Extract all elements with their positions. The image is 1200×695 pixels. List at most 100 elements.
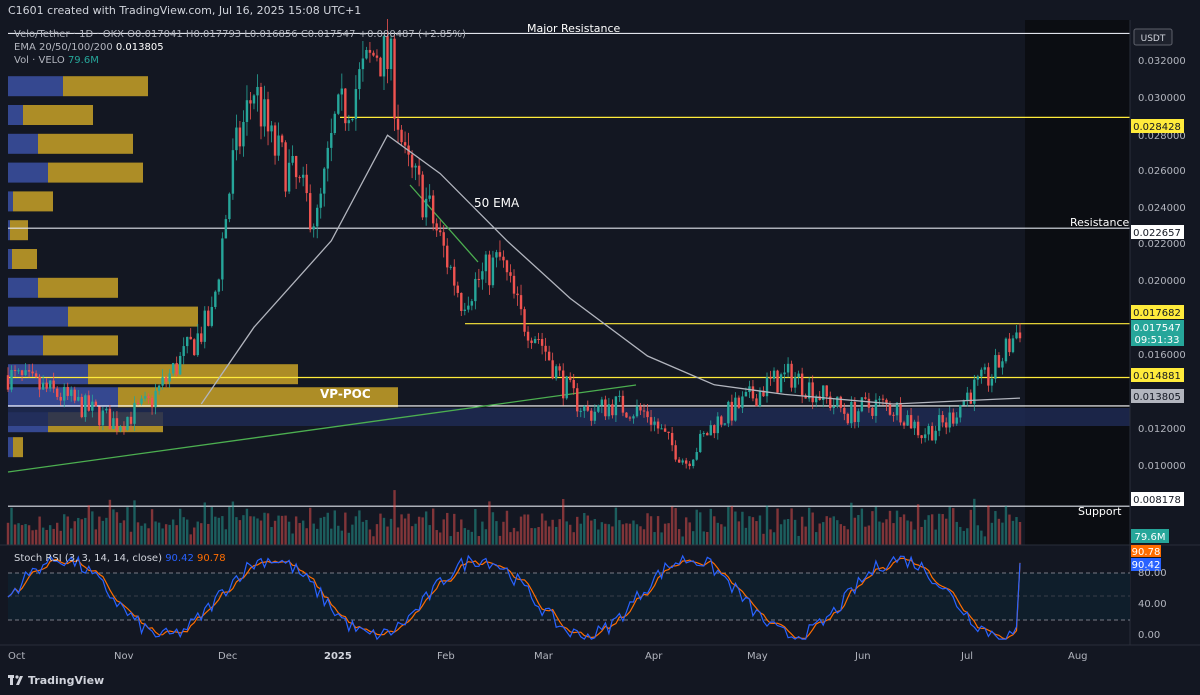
- volume-bar: [952, 508, 955, 545]
- volume-bar: [424, 511, 428, 545]
- volume-bar: [625, 523, 628, 545]
- candle-body: [424, 198, 428, 218]
- badge-major-resistance-text: 0.028428: [1133, 122, 1181, 133]
- volume-bar: [80, 519, 83, 545]
- volume-bar: [196, 521, 199, 545]
- stoch-k-value: 90.42: [165, 553, 194, 564]
- candle-body: [136, 402, 140, 404]
- candle-body: [41, 382, 45, 390]
- volume-bar: [1008, 514, 1011, 545]
- volume-bar: [702, 531, 705, 545]
- candle-body: [354, 89, 358, 119]
- footer-brand: TradingView: [8, 674, 104, 687]
- volume-bar: [927, 515, 930, 545]
- volume-bar: [681, 536, 684, 545]
- volume-bar: [414, 523, 417, 545]
- volume-bar: [129, 531, 133, 545]
- candle-body: [769, 377, 772, 379]
- candle-body: [126, 416, 129, 430]
- volume-bar: [737, 521, 741, 545]
- candle-body: [400, 129, 403, 143]
- volume-bar: [150, 509, 154, 545]
- ema-legend-label[interactable]: EMA 20/50/100/200: [14, 42, 113, 53]
- candle-body: [966, 392, 969, 401]
- candle-body: [765, 377, 769, 397]
- vp-bar-buy: [8, 437, 13, 458]
- volume-bar: [94, 529, 98, 545]
- volume-bar: [484, 529, 488, 545]
- candle-body: [414, 165, 417, 168]
- candle-body: [467, 305, 470, 310]
- candle-body: [850, 401, 853, 424]
- candle-body: [470, 301, 474, 306]
- candle-body: [221, 238, 224, 280]
- candle-body: [175, 363, 178, 375]
- volume-bar: [24, 524, 27, 545]
- price-tick: 0.010000: [1138, 461, 1186, 472]
- volume-bar: [994, 511, 997, 545]
- candle-body: [70, 389, 73, 396]
- candle-body: [692, 459, 695, 467]
- chart-canvas[interactable]: Major Resistance Resistance Support 50 E…: [0, 0, 1200, 695]
- candle-body: [319, 193, 322, 208]
- volume-bar: [77, 517, 80, 545]
- candle-body: [945, 422, 948, 428]
- candle-body: [604, 399, 607, 417]
- vp-bar-sell: [68, 306, 198, 327]
- volume-bar: [937, 513, 941, 545]
- volume-bar: [330, 528, 333, 545]
- volume-bar: [674, 508, 677, 545]
- volume-bar: [410, 526, 414, 545]
- candle-body: [73, 389, 76, 401]
- vp-bar-sell: [13, 191, 53, 212]
- candle-body: [256, 86, 259, 96]
- candle-body: [811, 382, 814, 403]
- volume-bar: [765, 505, 769, 545]
- volume-bar: [973, 498, 976, 545]
- volume-bar: [73, 521, 76, 545]
- vp-bar-sell: [63, 76, 148, 97]
- candle-body: [59, 396, 62, 401]
- volume-bar: [379, 513, 382, 545]
- candle-body: [734, 397, 737, 421]
- candle-body: [347, 120, 351, 124]
- candle-body: [273, 125, 277, 156]
- volume-bar: [449, 536, 452, 545]
- volume-bar: [446, 512, 449, 545]
- volume-bar: [670, 506, 674, 545]
- price-tick: 0.022000: [1138, 239, 1186, 250]
- volume-bar: [604, 523, 607, 545]
- volume-bar: [692, 531, 695, 545]
- volume-bar: [990, 522, 994, 545]
- vp-bar-sell: [38, 277, 118, 298]
- volume-bar: [161, 528, 164, 545]
- candle-body: [417, 165, 421, 175]
- vol-legend-label[interactable]: Vol · VELO: [14, 55, 65, 66]
- candle-body: [463, 309, 467, 311]
- time-label: Feb: [437, 651, 455, 662]
- volume-bar: [537, 527, 540, 545]
- volume-bar: [505, 510, 509, 545]
- volume-bar: [614, 507, 618, 545]
- candle-body: [660, 428, 663, 430]
- candle-body: [98, 406, 101, 426]
- candle-body: [836, 396, 839, 407]
- badge-resistance-text: 0.022657: [1133, 228, 1181, 239]
- volume-bar: [460, 519, 463, 545]
- volume-bar: [20, 525, 24, 545]
- volume-bar: [361, 521, 365, 545]
- volume-bar: [533, 528, 537, 545]
- vp-bar-buy: [8, 387, 118, 408]
- candle-body: [505, 260, 509, 273]
- time-label: Dec: [218, 651, 237, 662]
- candle-body: [119, 426, 122, 431]
- symbol-name[interactable]: Velo/Tether · 1D · OKX: [14, 29, 124, 40]
- candle-body: [252, 95, 256, 104]
- candle-body: [27, 370, 31, 372]
- price-tick: 0.012000: [1138, 424, 1186, 435]
- volume-bar: [583, 513, 586, 545]
- label-vp-poc: VP-POC: [320, 387, 371, 401]
- volume-bar: [108, 499, 112, 545]
- stoch-title[interactable]: Stoch RSI (3, 3, 14, 14, close): [14, 553, 162, 564]
- candle-body: [115, 418, 119, 431]
